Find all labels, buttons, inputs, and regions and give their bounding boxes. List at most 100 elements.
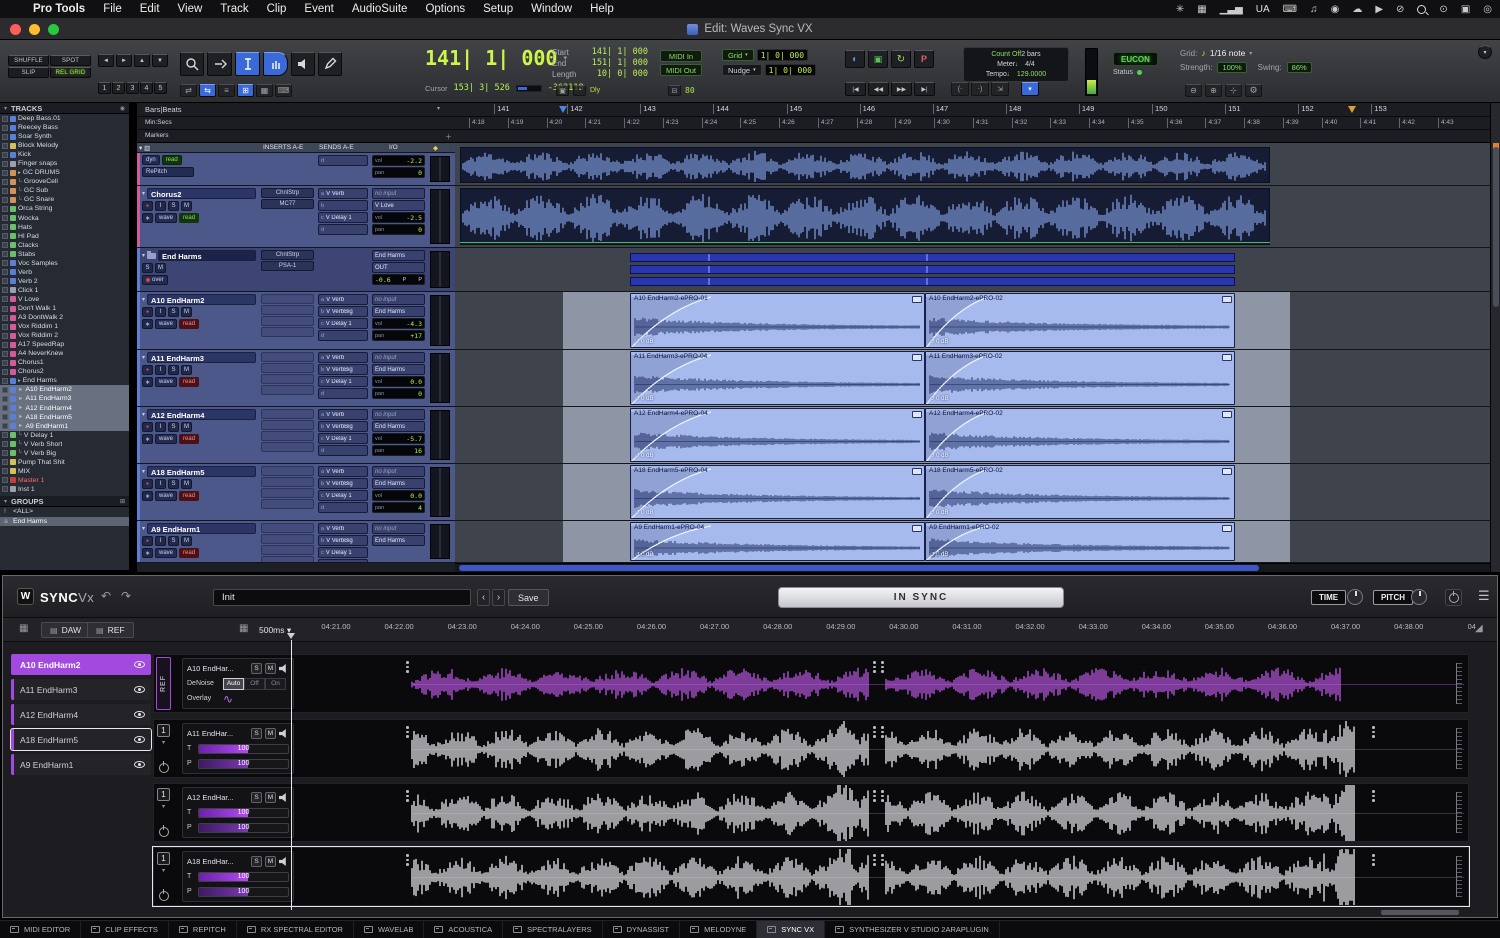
- automation-mode-button[interactable]: read: [179, 319, 199, 329]
- shuffle-mode-button[interactable]: SHUFFLE: [8, 55, 49, 66]
- audio-clip[interactable]: A9 EndHarm1-ePRO-040 dB: [630, 522, 925, 561]
- track-color-chip[interactable]: [10, 315, 16, 321]
- grid-mode-button[interactable]: REL GRID: [50, 67, 91, 78]
- toolbar-settings-gear-icon[interactable]: ⚙: [1245, 84, 1262, 97]
- track-color-chip[interactable]: [10, 459, 16, 465]
- send-slot[interactable]: aV Verb: [318, 523, 368, 534]
- track-color-chip[interactable]: [10, 143, 16, 149]
- selector-tool-button[interactable]: [235, 52, 260, 76]
- insert-slot-empty[interactable]: [261, 499, 314, 509]
- track-color-chip[interactable]: [10, 378, 16, 384]
- insert-slot-empty[interactable]: [261, 363, 314, 373]
- track-name-label[interactable]: Stabs: [18, 251, 35, 258]
- automation-mode-button[interactable]: read: [179, 548, 199, 558]
- edit-lane-3[interactable]: A10 EndHarm2-ePRO-010 dBA10 EndHarm2-ePR…: [455, 292, 1490, 350]
- pencil-tool-button[interactable]: [318, 52, 342, 76]
- track-list-item[interactable]: Inst 1: [0, 485, 129, 494]
- mute-button[interactable]: M: [181, 201, 192, 211]
- resize-corner-icon[interactable]: ◢: [1475, 623, 1483, 634]
- track-name-label[interactable]: A10 EndHarm2: [25, 386, 71, 393]
- track-color-chip[interactable]: [10, 432, 16, 438]
- add-marker-icon[interactable]: ＋: [445, 132, 452, 142]
- visibility-eye-icon[interactable]: [134, 661, 145, 668]
- track-header-a10-endharm2[interactable]: ▾A10 EndHarm2●ISM∗wavereadaV VerbbV Verb…: [137, 292, 455, 350]
- selection-length-value[interactable]: 10| 0| 000: [597, 69, 648, 79]
- markers-ruler-label[interactable]: Markers: [145, 132, 168, 139]
- redo-icon[interactable]: ↷: [121, 589, 131, 603]
- fast-forward-button[interactable]: ▶▶: [891, 82, 912, 96]
- menu-setup[interactable]: Setup: [474, 3, 522, 15]
- solo-button[interactable]: S: [168, 365, 179, 375]
- lane-time-slider[interactable]: 100: [198, 872, 289, 882]
- track-color-chip[interactable]: [10, 414, 16, 420]
- taskbar-tab-melodyne[interactable]: MELODYNE: [680, 921, 757, 938]
- send-slot[interactable]: bV VerbBig: [318, 535, 368, 546]
- loop-playback-icon[interactable]: ▣: [868, 50, 888, 68]
- track-list-item[interactable]: ►A18 EndHarm5: [0, 413, 129, 422]
- track-color-chip[interactable]: [10, 450, 16, 456]
- track-list-item[interactable]: └V Verb Big: [0, 449, 129, 458]
- camera-icon[interactable]: ◉: [1331, 4, 1340, 15]
- track-view-selector[interactable]: wave: [155, 548, 177, 558]
- audio-clip[interactable]: A9 EndHarm1-ePRO-020 dB: [925, 522, 1235, 561]
- grid-value-button[interactable]: Grid▾: [722, 49, 754, 61]
- audio-clip[interactable]: A18 EndHarm5-ePRO-040 dB: [630, 465, 925, 519]
- track-name-label[interactable]: GrooveCell: [24, 178, 58, 185]
- grid-note-icon[interactable]: ♪: [1201, 48, 1206, 58]
- track-list-item[interactable]: A4 NeverKnew: [0, 349, 129, 358]
- freeze-button[interactable]: ∗: [142, 319, 153, 329]
- sync-anchor-handle[interactable]: [406, 790, 409, 802]
- keyboard-icon[interactable]: ⌨: [1283, 4, 1297, 15]
- edit-lane-7[interactable]: A9 EndHarm1-ePRO-040 dBA9 EndHarm1-ePRO-…: [455, 521, 1490, 563]
- track-name-label[interactable]: GC Sub: [24, 187, 48, 194]
- track-color-chip[interactable]: [10, 369, 16, 375]
- track-list-item[interactable]: Reecey Bass: [0, 123, 129, 132]
- taskbar-tab-repitch[interactable]: REPITCH: [169, 921, 237, 938]
- groups-panel-options-icon[interactable]: ⊞: [120, 498, 125, 505]
- link-track-selection-icon[interactable]: ⇆: [199, 84, 216, 97]
- visibility-eye-icon[interactable]: [134, 711, 145, 718]
- group-list-item[interactable]: aEnd Harms: [0, 517, 129, 527]
- lane-track-name[interactable]: A18 EndHar...: [187, 857, 248, 866]
- lane-mute-button[interactable]: M: [265, 792, 276, 803]
- play-status-icon[interactable]: ▶: [1375, 4, 1383, 15]
- insert-chip[interactable]: RePitch: [142, 167, 194, 177]
- send-slot[interactable]: bV VerbBig: [318, 478, 368, 489]
- track-list-item[interactable]: Master 1: [0, 476, 129, 485]
- lane-power-button[interactable]: [159, 827, 169, 837]
- track-color-chip[interactable]: [10, 486, 16, 492]
- lane-pitch-slider[interactable]: 100: [198, 823, 289, 833]
- track-name-box[interactable]: Chorus2: [147, 188, 256, 199]
- go-to-end-button[interactable]: ▶|: [914, 82, 935, 96]
- lane-time-slider[interactable]: 100: [198, 744, 289, 754]
- clip-indicator-over-button[interactable]: over: [142, 275, 168, 285]
- return-to-zero-button[interactable]: |◀: [845, 82, 866, 96]
- taskbar-tab-clip-effects[interactable]: CLIP EFFECTS: [81, 921, 169, 938]
- insert-slot-empty[interactable]: [261, 316, 314, 326]
- track-name-label[interactable]: Reecey Bass: [18, 124, 58, 131]
- track-name-label[interactable]: A12 EndHarm4: [25, 405, 71, 412]
- track-list-item[interactable]: └GrooveCell: [0, 177, 129, 186]
- zoom-preset-5[interactable]: 5: [154, 82, 167, 94]
- plugin-horizontal-scrollbar[interactable]: [1381, 910, 1459, 915]
- menu-view[interactable]: View: [169, 3, 212, 15]
- grid-value-field[interactable]: 1| 0| 000: [757, 49, 808, 61]
- sync-anchor-handle[interactable]: [873, 661, 876, 673]
- lane-solo-button[interactable]: S: [251, 728, 262, 739]
- track-color-chip[interactable]: [10, 296, 16, 302]
- tab-daw[interactable]: ▤DAW: [41, 622, 90, 638]
- track-name-box[interactable]: A12 EndHarm4: [147, 409, 256, 420]
- track-color-chip[interactable]: [10, 215, 16, 221]
- track-list-item[interactable]: A17 SpeedRap: [0, 340, 129, 349]
- memory-location-marker[interactable]: [1348, 106, 1356, 113]
- io-input-selector[interactable]: no input: [372, 294, 425, 305]
- send-slot[interactable]: d: [318, 388, 368, 399]
- track-name-label[interactable]: A17 SpeedRap: [18, 341, 64, 348]
- lane-zoom-slider[interactable]: [1456, 856, 1462, 897]
- track-color-chip[interactable]: [10, 116, 16, 122]
- folder-clip-bar[interactable]: [630, 265, 1235, 274]
- lane-monitor-speaker-icon[interactable]: [279, 857, 289, 866]
- sync-anchor-handle[interactable]: [406, 661, 409, 673]
- track-view-selector[interactable]: wave: [155, 377, 177, 387]
- audio-clip[interactable]: A10 EndHarm2-ePRO-010 dB: [630, 293, 925, 348]
